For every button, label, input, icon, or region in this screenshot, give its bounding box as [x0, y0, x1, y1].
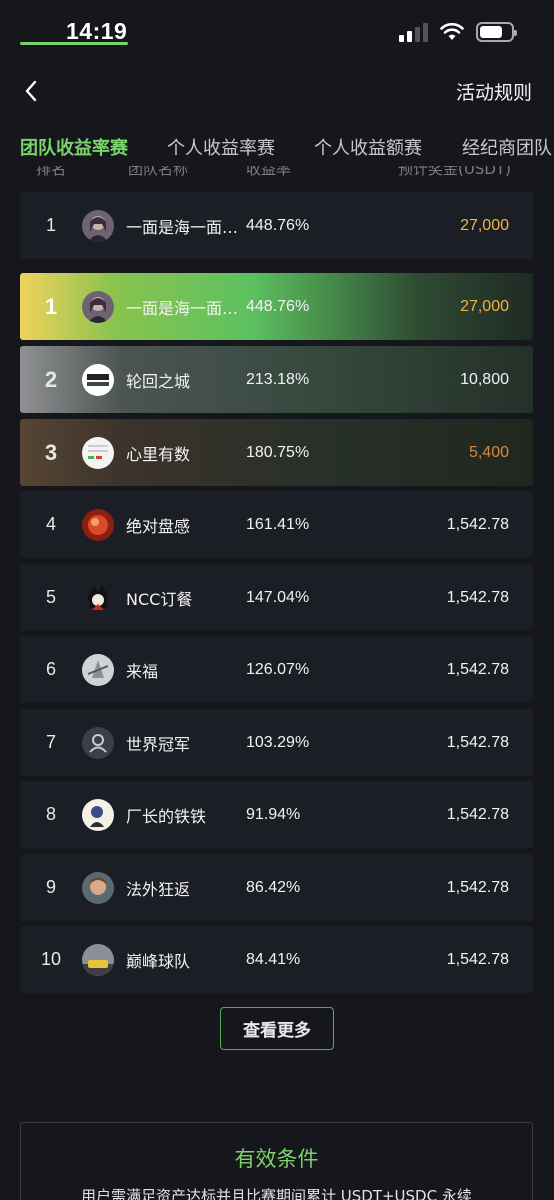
view-more-button[interactable]: 查看更多 [220, 1007, 334, 1050]
return-rate: 84.41% [246, 950, 301, 968]
status-time: 14:19 [66, 18, 128, 44]
return-rate: 448.76% [246, 216, 310, 234]
ranking-row[interactable]: 8 厂长的铁铁 91.94% 1,542.78 [20, 781, 533, 848]
team-avatar [82, 509, 114, 541]
status-bar: 14:19 [0, 0, 554, 66]
estimated-prize: 5,400 [468, 443, 509, 461]
header-rate: 收益率 [246, 166, 292, 178]
team-name: 一面是海一面… [126, 298, 238, 318]
team-name: 法外狂返 [126, 879, 191, 899]
team-name: 心里有数 [126, 444, 191, 464]
return-rate: 91.94% [246, 805, 301, 823]
team-name: 一面是海一面… [126, 217, 238, 237]
estimated-prize: 1,542.78 [446, 733, 509, 751]
conditions-title: 有效条件 [234, 1147, 319, 1171]
team-avatar [82, 210, 114, 242]
team-avatar [82, 799, 114, 831]
estimated-prize: 1,542.78 [446, 950, 509, 968]
return-rate: 103.29% [246, 733, 310, 751]
rank: 4 [45, 514, 56, 534]
rank: 3 [44, 439, 58, 465]
ranking-row[interactable]: 1 一面是海一面… 448.76% 27,000 [20, 273, 533, 340]
ranking-row[interactable]: 2 轮回之城 213.18% 10,800 [20, 346, 533, 413]
team-avatar [82, 291, 114, 323]
header-prize: 预计奖金(USDT) [398, 166, 511, 178]
table-header: 排名 团队名称 收益率 预计奖金(USDT) [0, 166, 554, 188]
return-rate: 448.76% [246, 297, 310, 315]
tab-team-return-rate[interactable]: 团队收益率赛 [20, 134, 128, 160]
return-rate: 86.42% [246, 878, 301, 896]
rank: 1 [45, 215, 56, 235]
tab-broker-team[interactable]: 经纪商团队 [462, 134, 552, 160]
valid-conditions-panel: 有效条件 用户需满足资产达标并且比赛期间累计 USDT+USDC 永续 [20, 1122, 533, 1200]
estimated-prize: 27,000 [460, 297, 509, 315]
estimated-prize: 1,542.78 [446, 515, 509, 533]
return-rate: 161.41% [246, 515, 310, 533]
tab-personal-return-rate[interactable]: 个人收益率赛 [167, 134, 275, 160]
activity-rules-link[interactable]: 活动规则 [456, 78, 532, 105]
team-name: NCC订餐 [126, 589, 193, 609]
status-icons [399, 22, 517, 42]
ranking-row[interactable]: 3 心里有数 180.75% 5,400 [20, 419, 533, 486]
team-avatar [82, 364, 114, 396]
rank: 9 [45, 877, 56, 897]
team-avatar [82, 437, 114, 469]
header-team: 团队名称 [128, 166, 189, 178]
team-name: 厂长的铁铁 [126, 806, 207, 826]
header-rank: 排名 [36, 166, 67, 178]
ranking-row[interactable]: 4 绝对盘感 161.41% 1,542.78 [20, 491, 533, 558]
return-rate: 213.18% [246, 370, 310, 388]
rank: 5 [45, 587, 56, 607]
estimated-prize: 1,542.78 [446, 588, 509, 606]
rank: 10 [40, 949, 62, 969]
return-rate: 147.04% [246, 588, 310, 606]
estimated-prize: 27,000 [460, 216, 509, 234]
estimated-prize: 10,800 [460, 370, 509, 388]
team-avatar [82, 944, 114, 976]
return-rate: 180.75% [246, 443, 310, 461]
battery-icon [476, 22, 517, 42]
rank: 2 [44, 366, 58, 392]
team-avatar [82, 872, 114, 904]
return-rate: 126.07% [246, 660, 310, 678]
team-name: 轮回之城 [126, 371, 191, 391]
rank: 6 [45, 659, 56, 679]
estimated-prize: 1,542.78 [446, 660, 509, 678]
estimated-prize: 1,542.78 [446, 805, 509, 823]
conditions-text: 用户需满足资产达标并且比赛期间累计 USDT+USDC 永续 [81, 1187, 472, 1200]
ranking-row[interactable]: 10 巅峰球队 84.41% 1,542.78 [20, 926, 533, 993]
rank: 8 [45, 804, 56, 824]
back-arrow-icon[interactable] [18, 76, 48, 106]
active-tab-indicator [20, 42, 128, 45]
default-avatar-icon [82, 727, 114, 759]
team-avatar [82, 654, 114, 686]
ranking-row[interactable]: 6 来福 126.07% 1,542.78 [20, 636, 533, 703]
rank: 7 [45, 732, 56, 752]
ranking-row[interactable]: 9 法外狂返 86.42% 1,542.78 [20, 854, 533, 921]
team-avatar [82, 582, 114, 614]
team-name: 世界冠军 [126, 734, 191, 754]
wifi-icon [440, 23, 464, 40]
ranking-row[interactable]: 7 世界冠军 103.29% 1,542.78 [20, 709, 533, 776]
tab-personal-return-amount[interactable]: 个人收益额赛 [314, 134, 422, 160]
my-team-row[interactable]: 1 一面是海一面… 448.76% 27,000 [20, 192, 533, 259]
estimated-prize: 1,542.78 [446, 878, 509, 896]
nav-header: 活动规则 [0, 66, 554, 116]
team-name: 巅峰球队 [126, 951, 191, 971]
team-name: 绝对盘感 [126, 516, 191, 536]
cellular-signal-icon [399, 22, 428, 42]
rank: 1 [44, 293, 58, 319]
team-name: 来福 [126, 661, 159, 681]
ranking-row[interactable]: 5 NCC订餐 147.04% 1,542.78 [20, 564, 533, 631]
